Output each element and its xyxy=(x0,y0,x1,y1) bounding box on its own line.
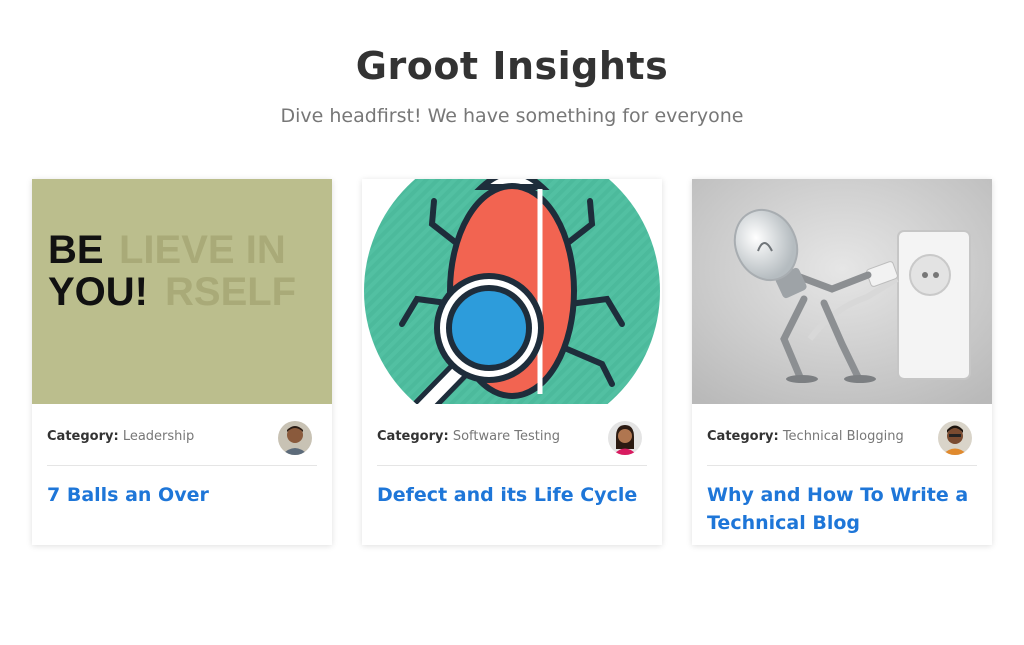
svg-text:RSELF: RSELF xyxy=(165,270,296,314)
category-label: Category: xyxy=(707,429,779,444)
author-avatar[interactable] xyxy=(278,421,312,455)
category-label: Category: xyxy=(377,429,449,444)
card-title-link[interactable]: Why and How To Write a Technical Blog xyxy=(707,481,977,537)
category-label: Category: xyxy=(47,429,119,444)
svg-text:BE: BE xyxy=(48,228,104,272)
blog-card-leadership[interactable]: BE LIEVE IN YOU! RSELF Category: Leaders… xyxy=(32,179,332,545)
bug-magnifier-image[interactable] xyxy=(362,179,662,404)
card-title-link[interactable]: Defect and its Life Cycle xyxy=(377,481,647,509)
category: Category: Software Testing xyxy=(377,429,560,444)
blog-card-technical-blogging[interactable]: Category: Technical Blogging Why and How… xyxy=(692,179,992,545)
card-meta: Category: Software Testing xyxy=(377,421,647,466)
page-title: Groot Insights xyxy=(355,44,669,88)
category-link-leadership[interactable]: Leadership xyxy=(123,429,194,444)
category-link-software-testing[interactable]: Software Testing xyxy=(453,429,560,444)
svg-text:LIEVE IN: LIEVE IN xyxy=(119,228,286,272)
card-meta: Category: Leadership xyxy=(47,421,317,466)
author-avatar[interactable] xyxy=(938,421,972,455)
svg-text:YOU!: YOU! xyxy=(48,270,148,314)
card-meta: Category: Technical Blogging xyxy=(707,421,977,466)
believe-in-yourself-image[interactable]: BE LIEVE IN YOU! RSELF xyxy=(32,179,332,404)
blog-card-software-testing[interactable]: Category: Software Testing Defect and it… xyxy=(362,179,662,545)
category: Category: Technical Blogging xyxy=(707,429,904,444)
category-link-technical-blogging[interactable]: Technical Blogging xyxy=(783,429,904,444)
lightbulb-robot-plug-image[interactable] xyxy=(692,179,992,404)
category: Category: Leadership xyxy=(47,429,194,444)
author-avatar[interactable] xyxy=(608,421,642,455)
page-subtitle: Dive headfirst! We have something for ev… xyxy=(280,105,744,127)
card-title-link[interactable]: 7 Balls an Over xyxy=(47,481,317,509)
